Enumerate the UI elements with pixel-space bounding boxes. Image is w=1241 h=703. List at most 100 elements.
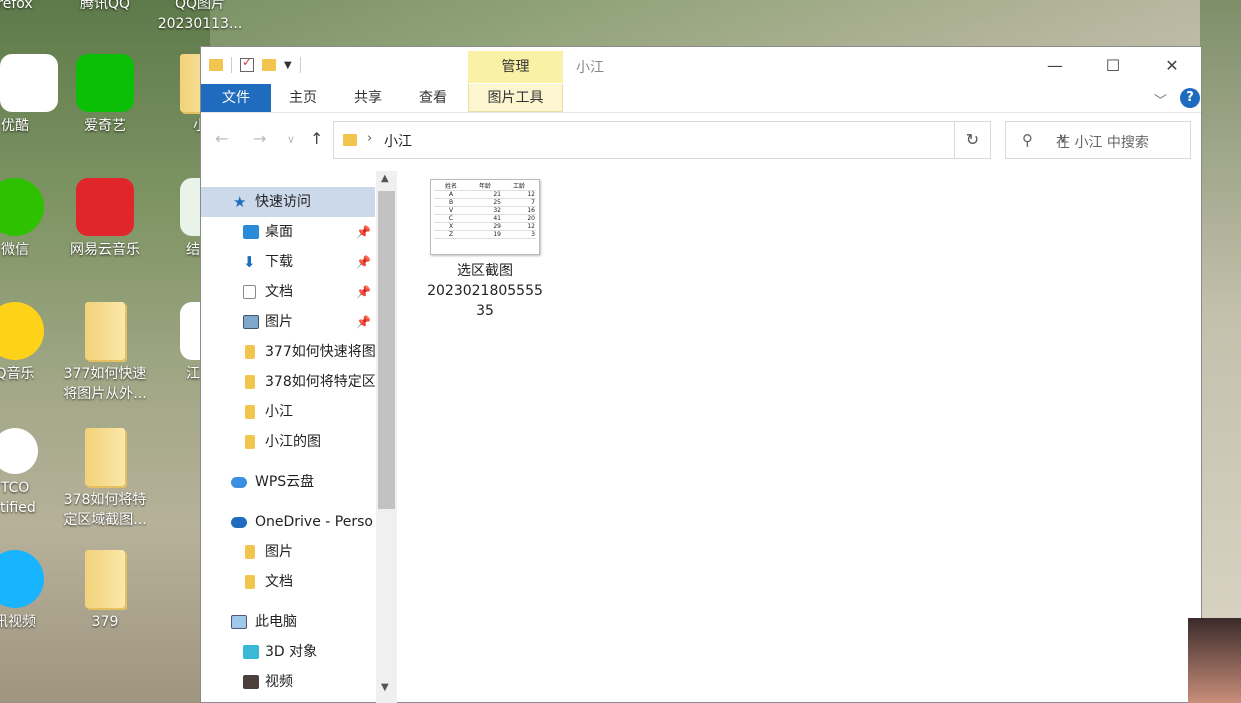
- customize-toolbar-arrow-icon[interactable]: ▼: [284, 60, 292, 71]
- nav-item-folder-378[interactable]: 378如何将特定区: [201, 367, 375, 397]
- nav-item-videos[interactable]: 视频: [201, 667, 375, 697]
- pin-icon[interactable]: 📌: [356, 277, 371, 307]
- nav-item-label: 文档: [265, 574, 293, 590]
- 3d-objects-icon: [243, 645, 259, 659]
- tco-certified-icon: [0, 428, 38, 474]
- manage-context-tab[interactable]: 管理: [468, 51, 563, 83]
- table-cell: 19: [468, 230, 502, 239]
- desktop-icon-qq-image[interactable]: QQ图片 20230113...: [155, 0, 245, 34]
- desktop-icon-netease-music[interactable]: 网易云音乐: [60, 178, 150, 260]
- table-header: 姓名: [434, 183, 468, 191]
- desktop-icon-label: refox: [0, 0, 33, 12]
- document-icon: [243, 285, 256, 299]
- recent-locations-chevron-icon[interactable]: ∨: [287, 133, 295, 146]
- desktop-icon-label: 腾讯QQ: [79, 0, 131, 12]
- tab-view[interactable]: 查看: [411, 84, 455, 112]
- tab-file[interactable]: 文件: [201, 84, 271, 112]
- nav-item-this-pc[interactable]: 此电脑: [201, 607, 375, 637]
- qq-music-icon: [0, 302, 44, 360]
- desktop-icon-label: 378如何将特定区域截图...: [63, 492, 147, 528]
- nav-item-xiaojiang-pictures[interactable]: 小江的图: [201, 427, 375, 457]
- desktop-icon-tco[interactable]: TCO rtified: [0, 428, 60, 518]
- up-arrow-icon[interactable]: ↑: [310, 129, 323, 148]
- nav-item-label: 3D 对象: [265, 644, 318, 660]
- table-cell: B: [434, 198, 468, 207]
- tab-picture-tools[interactable]: 图片工具: [468, 84, 563, 112]
- nav-item-downloads[interactable]: ⬇ 下载 📌: [201, 247, 375, 277]
- desktop-icon-qq[interactable]: 腾讯QQ: [60, 0, 150, 14]
- scroll-down-arrow-icon[interactable]: ▼: [381, 682, 389, 693]
- table-cell: Z: [434, 230, 468, 239]
- nav-item-label: 快速访问: [255, 194, 311, 210]
- desktop-icon-label: Q音乐: [0, 366, 35, 382]
- tab-share[interactable]: 共享: [346, 84, 390, 112]
- nav-item-onedrive-documents[interactable]: 文档: [201, 567, 375, 597]
- breadcrumb-chevron-icon[interactable]: ›: [367, 131, 372, 146]
- nav-item-pictures[interactable]: 图片 📌: [201, 307, 375, 337]
- desktop-icon-qq-music[interactable]: Q音乐: [0, 302, 60, 384]
- desktop-icon-folder-377[interactable]: 377如何快速将图片从外...: [60, 302, 150, 404]
- desktop-icon-tencent-video[interactable]: 讯视频: [0, 550, 60, 632]
- refresh-button[interactable]: ↻: [954, 121, 991, 159]
- search-box[interactable]: ⚲ 在 小江 中搜索: [1005, 121, 1191, 159]
- wechat-icon: [0, 178, 44, 236]
- nav-item-documents[interactable]: 文档 📌: [201, 277, 375, 307]
- properties-icon[interactable]: [240, 55, 254, 72]
- nav-item-xiaojiang[interactable]: 小江: [201, 397, 375, 427]
- nav-item-onedrive[interactable]: OneDrive - Perso: [201, 507, 375, 537]
- nav-item-label: 桌面: [265, 224, 293, 240]
- pin-icon[interactable]: 📌: [356, 217, 371, 247]
- tab-home[interactable]: 主页: [281, 84, 325, 112]
- file-name: 选区截图 2023021805555 35: [427, 261, 543, 321]
- help-icon[interactable]: ?: [1180, 88, 1200, 108]
- desktop-icon-folder-378[interactable]: 378如何将特定区域截图...: [60, 428, 150, 530]
- desktop-icon-folder-379[interactable]: 379: [60, 550, 150, 632]
- breadcrumb-current[interactable]: 小江: [384, 131, 412, 151]
- nav-item-folder-377[interactable]: 377如何快速将图: [201, 337, 375, 367]
- separator: [299, 57, 301, 73]
- desktop-icon-iqiyi[interactable]: 爱奇艺: [60, 54, 150, 136]
- ribbon-tabs: 文件 主页 共享 查看 图片工具 ﹀ ?: [201, 83, 1201, 113]
- new-folder-icon[interactable]: [262, 59, 276, 71]
- pin-icon[interactable]: 📌: [356, 307, 371, 337]
- nav-item-label: 377如何快速将图: [265, 344, 375, 360]
- nav-pane-scrollbar[interactable]: ▲ ▼: [376, 171, 397, 703]
- scroll-thumb[interactable]: [378, 191, 395, 509]
- scroll-up-arrow-icon[interactable]: ▲: [381, 173, 389, 184]
- back-arrow-icon[interactable]: ←: [215, 129, 228, 148]
- desktop-icon-label: QQ图片: [174, 0, 226, 12]
- address-bar[interactable]: › 小江 ∨: [333, 121, 1068, 159]
- quick-access-toolbar: ▼: [209, 55, 301, 75]
- pictures-icon: [243, 315, 259, 329]
- forward-arrow-icon[interactable]: →: [253, 129, 266, 148]
- tencent-video-icon: [0, 550, 44, 608]
- thumbnail-table: 姓名 年龄 工龄 A 21 12 B 25 7 V 32 16 C 41 20 …: [434, 183, 536, 239]
- table-cell: 12: [502, 222, 536, 231]
- file-item-screenshot[interactable]: 姓名 年龄 工龄 A 21 12 B 25 7 V 32 16 C 41 20 …: [427, 179, 543, 321]
- desktop-icon-wechat[interactable]: 微信: [0, 178, 60, 260]
- folder-icon: [245, 435, 255, 449]
- nav-item-3d-objects[interactable]: 3D 对象: [201, 637, 375, 667]
- navigation-bar: ← → ∨ ↑ › 小江 ∨ ↻ ⚲ 在 小江 中搜索: [201, 121, 1201, 161]
- table-header: 年龄: [468, 183, 502, 191]
- nav-item-wps-cloud[interactable]: WPS云盘: [201, 467, 375, 497]
- maximize-button[interactable]: ☐: [1090, 52, 1136, 80]
- desktop-icon-label: 网易云音乐: [70, 242, 140, 258]
- nav-item-desktop[interactable]: 桌面 📌: [201, 217, 375, 247]
- table-cell: 20: [502, 214, 536, 223]
- expand-ribbon-chevron-icon[interactable]: ﹀: [1154, 90, 1167, 109]
- minimize-button[interactable]: —: [1032, 52, 1078, 80]
- close-button[interactable]: ✕: [1149, 52, 1195, 80]
- file-name-line: 选区截图: [457, 263, 513, 279]
- pin-icon[interactable]: 📌: [356, 247, 371, 277]
- watermark-url: jingyan.baidu.com: [950, 624, 1154, 649]
- table-cell: 7: [502, 198, 536, 207]
- desktop-icon-youku[interactable]: 优酷: [0, 54, 60, 136]
- table-cell: C: [434, 214, 468, 223]
- cloud-icon: [231, 477, 247, 488]
- nav-item-label: OneDrive - Perso: [255, 514, 373, 530]
- nav-item-onedrive-pictures[interactable]: 图片: [201, 537, 375, 567]
- nav-item-quick-access[interactable]: ★ 快速访问: [201, 187, 375, 217]
- desktop-icon-firefox[interactable]: refox: [0, 0, 60, 14]
- star-icon: ★: [233, 193, 247, 211]
